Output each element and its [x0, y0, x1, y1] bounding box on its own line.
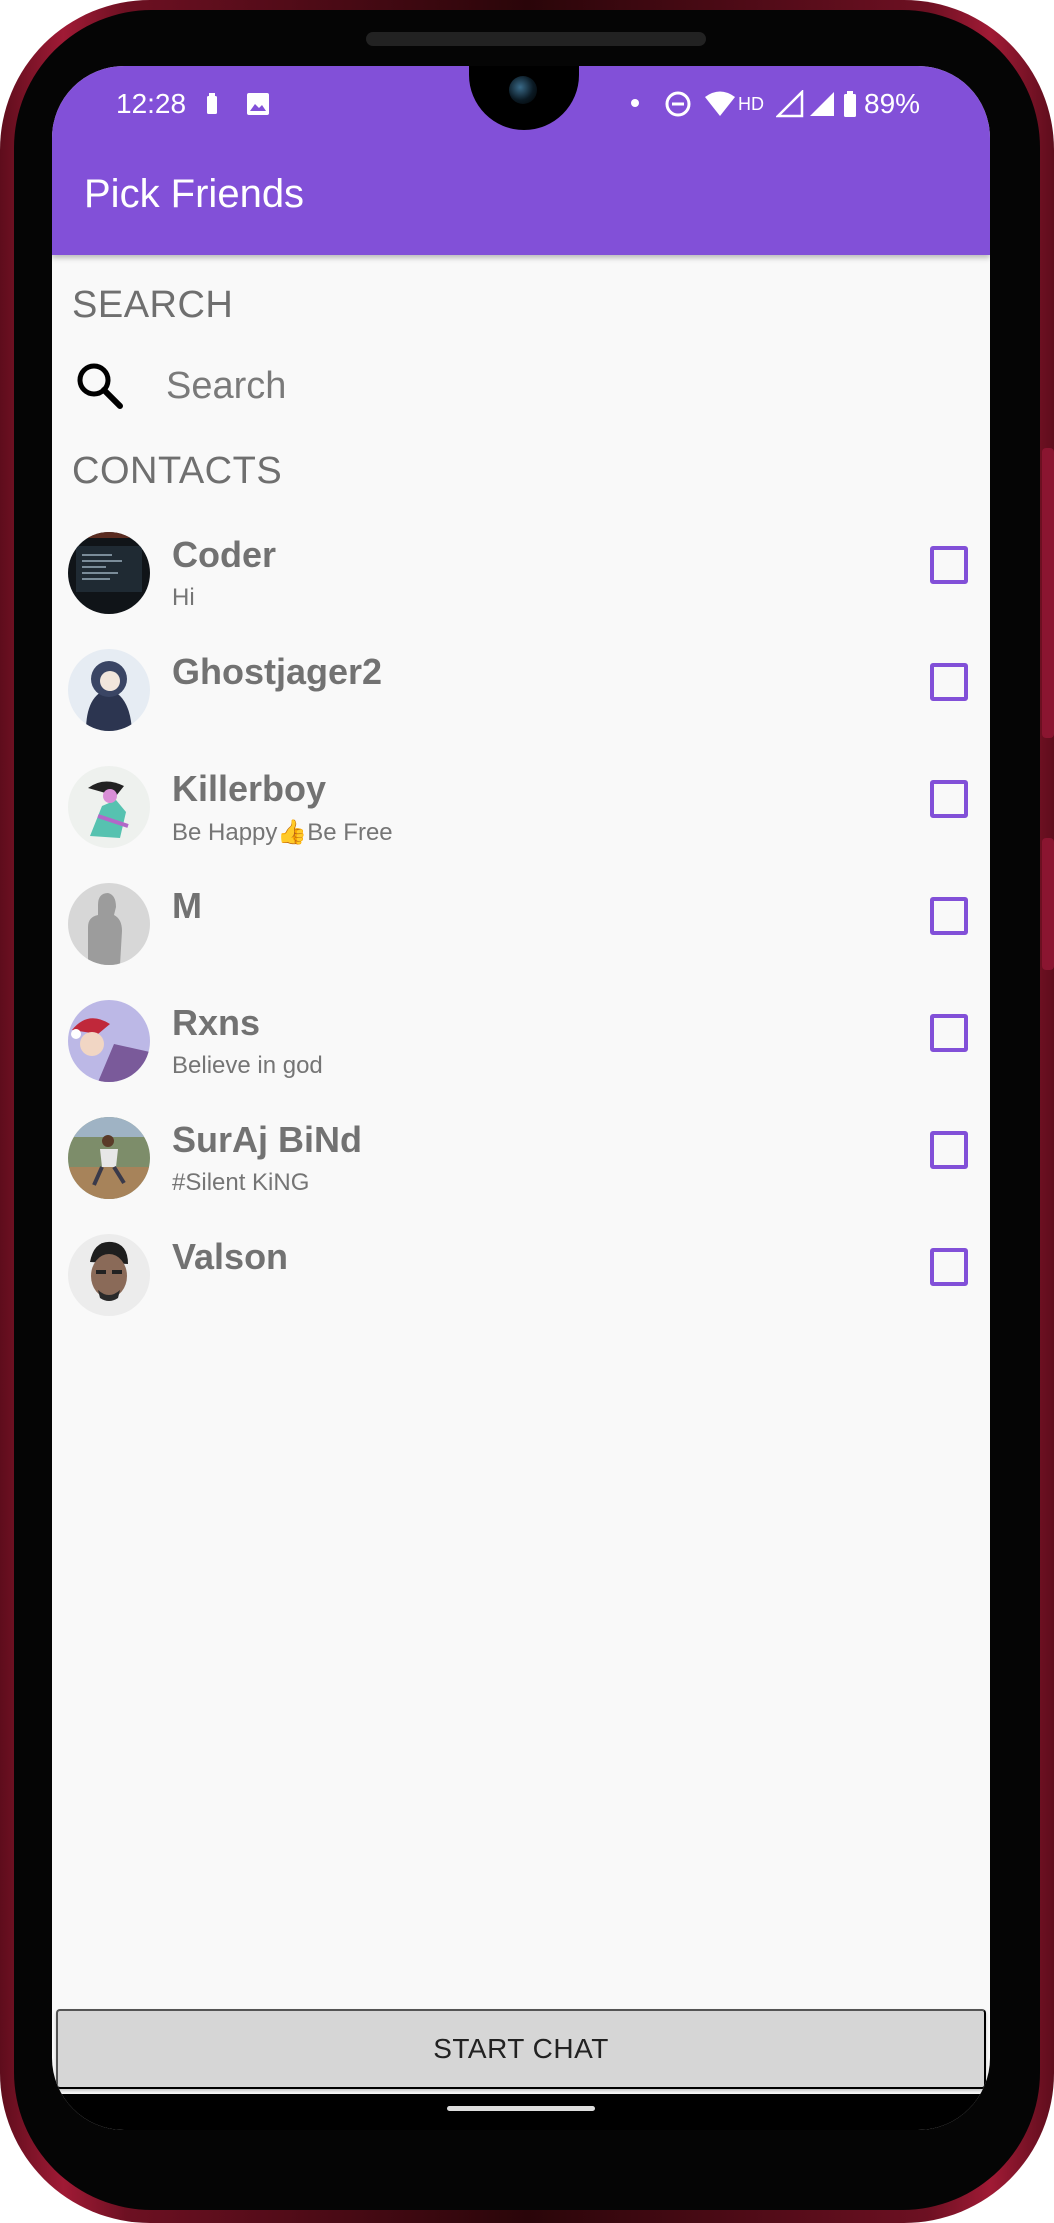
power-button [1042, 838, 1054, 970]
contact-status: Be Happy👍Be Free [172, 819, 393, 846]
avatar [68, 1000, 150, 1082]
phone-frame: 12:28 HD 89% Pick Friends SEARCH Search … [0, 0, 1054, 2223]
contact-name: Coder [172, 534, 277, 575]
contact-name: M [172, 885, 202, 926]
battery-icon [844, 91, 856, 117]
search-input[interactable] [164, 356, 948, 416]
do-not-disturb-icon [665, 91, 691, 117]
page-title: Pick Friends [84, 172, 305, 216]
avatar [68, 649, 150, 731]
battery-saver-icon [207, 93, 217, 114]
contact-status: #Silent KiNG [172, 1169, 310, 1196]
search-section-label: SEARCH [72, 284, 234, 326]
avatar [68, 766, 150, 848]
avatar [68, 1234, 150, 1316]
contact-name: Ghostjager2 [172, 651, 383, 692]
contact-name: Rxns [172, 1002, 261, 1043]
phone-screen: 12:28 HD 89% Pick Friends SEARCH Search … [52, 66, 990, 2130]
wifi-icon [705, 91, 735, 116]
speaker-grille [366, 32, 706, 46]
network-type-label: HD [738, 94, 764, 114]
gallery-icon [247, 93, 269, 115]
contact-status: Hi [172, 584, 195, 611]
select-checkbox[interactable] [930, 546, 968, 584]
contact-name: Valson [172, 1236, 289, 1277]
select-checkbox[interactable] [930, 663, 968, 701]
avatar [68, 532, 150, 614]
contact-name: SurAj BiNd [172, 1119, 363, 1160]
avatar [68, 883, 150, 965]
signal-icon [810, 92, 834, 116]
front-camera-icon [509, 76, 537, 104]
search-icon [77, 363, 123, 409]
contact-list-item[interactable]: SurAj BiNd #Silent KiNG [52, 1107, 990, 1224]
contact-list-item[interactable]: M [52, 873, 990, 990]
camera-notch [469, 66, 579, 130]
select-checkbox[interactable] [930, 780, 968, 818]
volume-button [1042, 448, 1054, 738]
contact-name: Killerboy [172, 768, 327, 809]
contact-list-item[interactable]: Valson [52, 1224, 990, 1341]
gesture-nav-bar [52, 2094, 990, 2130]
battery-percent: 89% [864, 88, 921, 119]
select-checkbox[interactable] [930, 1248, 968, 1286]
contact-list-item[interactable]: Coder Hi [52, 522, 990, 639]
contact-list-item[interactable]: Ghostjager2 [52, 639, 990, 756]
app-bar: 12:28 HD 89% Pick Friends [52, 66, 990, 255]
notification-dot-icon [631, 99, 639, 107]
select-checkbox[interactable] [930, 1131, 968, 1169]
start-chat-button[interactable]: START CHAT [56, 2009, 986, 2089]
contact-list-item[interactable]: Rxns Believe in god [52, 990, 990, 1107]
contact-status: Believe in god [172, 1052, 323, 1079]
home-handle[interactable] [447, 2106, 595, 2111]
avatar [68, 1117, 150, 1199]
select-checkbox[interactable] [930, 1014, 968, 1052]
contacts-section-label: CONTACTS [72, 450, 283, 492]
signal-icon [776, 90, 804, 118]
status-time: 12:28 [116, 88, 187, 119]
search-bar [72, 348, 970, 420]
contact-list-item[interactable]: Killerboy Be Happy👍Be Free [52, 756, 990, 873]
select-checkbox[interactable] [930, 897, 968, 935]
